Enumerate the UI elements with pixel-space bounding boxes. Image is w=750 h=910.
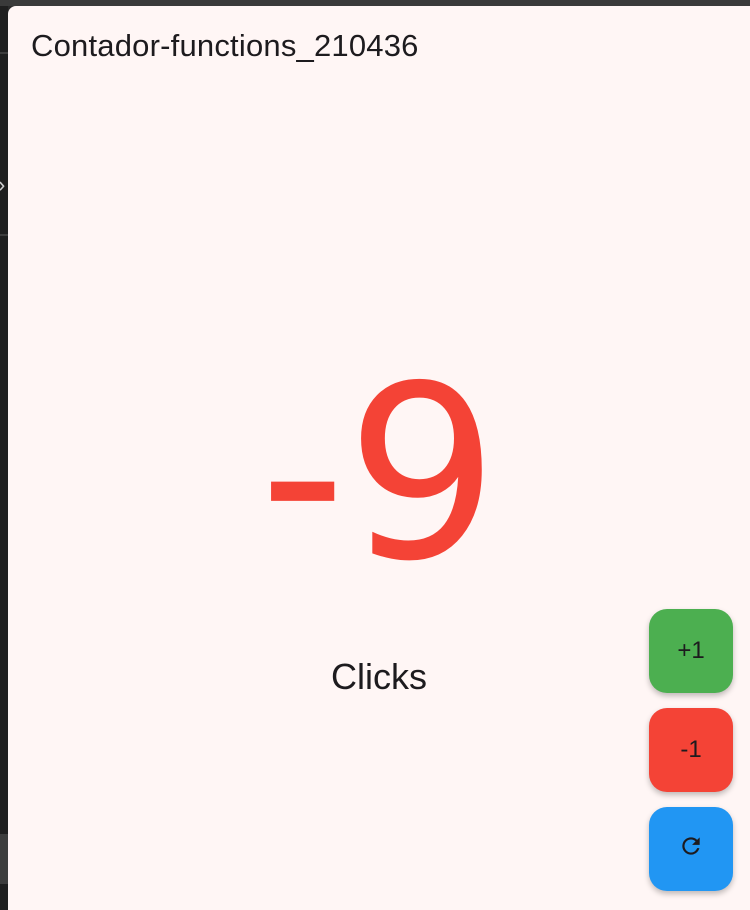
app-bar-title: Contador-functions_210436 bbox=[31, 28, 419, 63]
counter-value: -9 bbox=[259, 334, 499, 614]
chevron-right-icon: › bbox=[0, 174, 5, 196]
background-divider bbox=[0, 52, 8, 54]
background-panel: › bbox=[0, 6, 8, 910]
reset-button[interactable] bbox=[649, 807, 733, 891]
increment-button-label: +1 bbox=[677, 637, 705, 664]
app-window: Contador-functions_210436 -9 Clicks +1 -… bbox=[8, 6, 750, 910]
decrement-button-label: -1 bbox=[680, 736, 702, 763]
background-block bbox=[0, 834, 8, 884]
counter-label: Clicks bbox=[331, 656, 427, 697]
refresh-icon bbox=[678, 833, 704, 866]
increment-button[interactable]: +1 bbox=[649, 609, 733, 693]
background-divider bbox=[0, 234, 8, 236]
decrement-button[interactable]: -1 bbox=[649, 708, 733, 792]
